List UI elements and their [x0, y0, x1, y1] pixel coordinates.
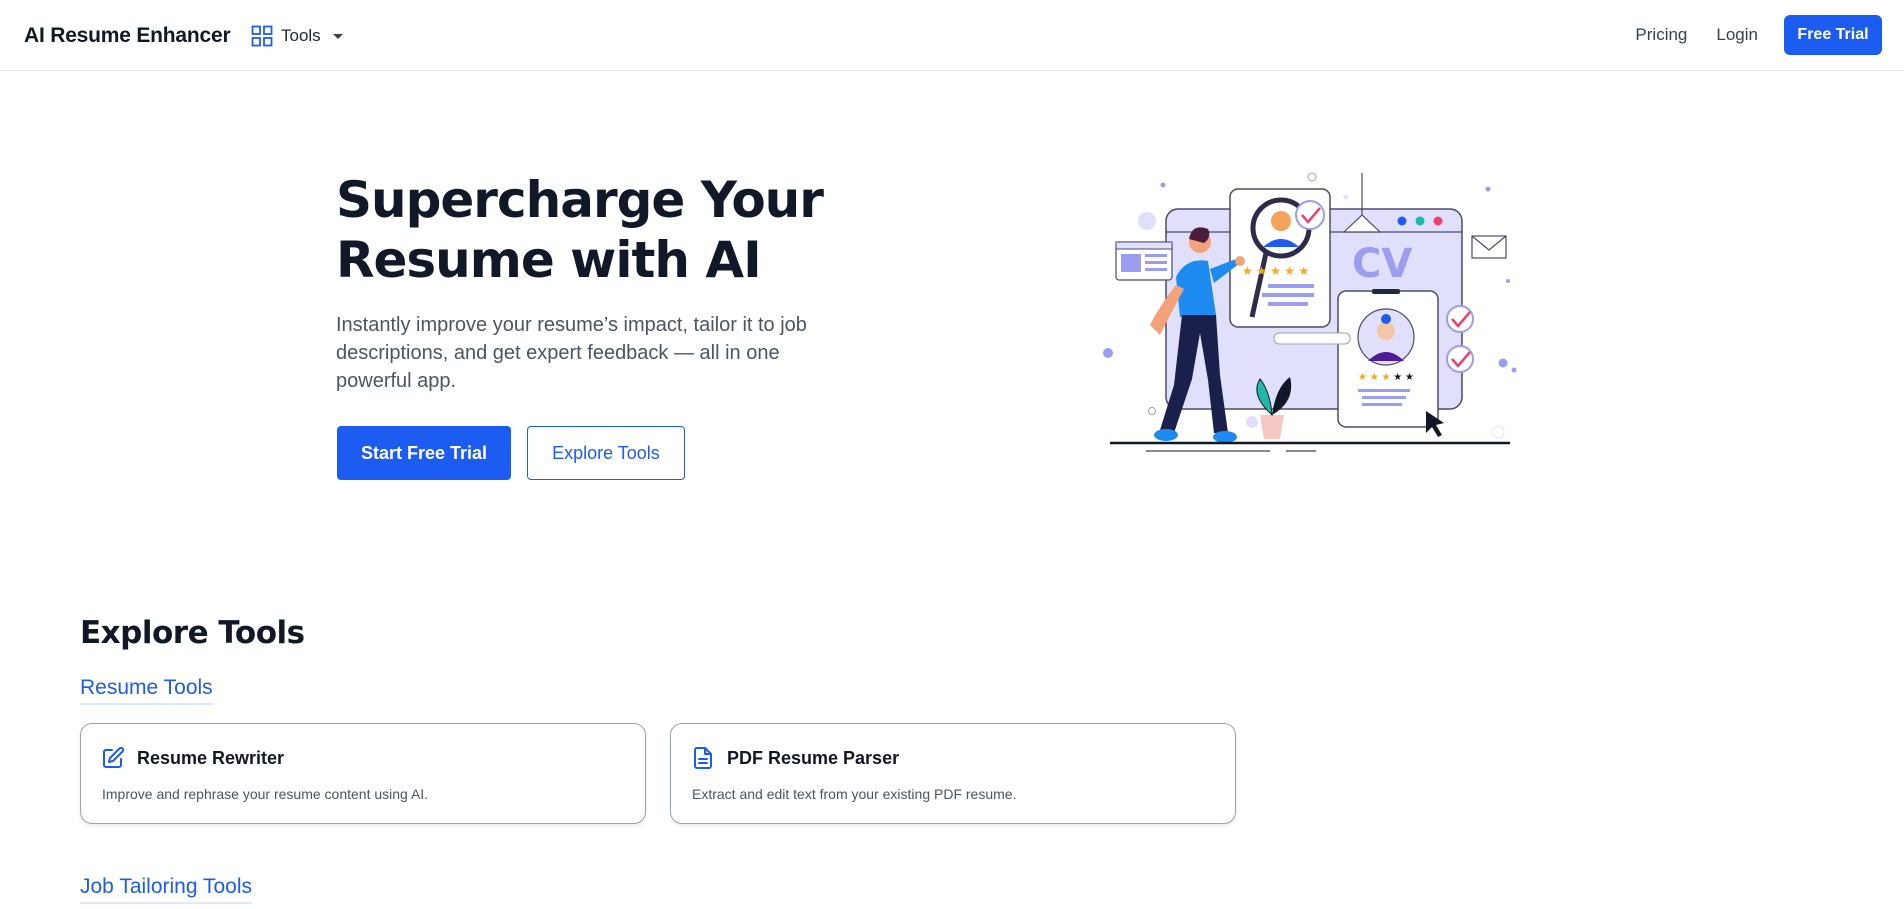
card-title: PDF Resume Parser: [727, 747, 900, 768]
document-icon: [694, 747, 712, 769]
tools-dropdown-label: Tools: [281, 26, 321, 45]
tools-dropdown[interactable]: Tools: [251, 22, 343, 50]
card-header: PDF Resume Parser: [691, 746, 899, 770]
edit-icon: [103, 746, 125, 768]
card-description: Extract and edit text from your existing…: [692, 786, 1017, 802]
grid-icon: [251, 25, 273, 47]
svg-text:★ ★ ★ ★ ★: ★ ★ ★ ★ ★: [1358, 372, 1414, 383]
header-actions: Pricing Login Free Trial: [1635, 15, 1882, 55]
card-title: Resume Rewriter: [137, 747, 285, 768]
top-navbar: AI Resume Enhancer Tools Pricing Login F…: [0, 0, 1904, 71]
chevron-down-icon: [332, 33, 343, 39]
tool-card-resume-rewriter[interactable]: Resume Rewriter Improve and rephrase you…: [80, 723, 646, 824]
category-job-tailoring-tools[interactable]: Job Tailoring Tools: [80, 875, 252, 904]
hero-subtitle: Instantly improve your resume’s impact, …: [336, 314, 807, 392]
explore-tools-button[interactable]: Explore Tools: [527, 426, 685, 480]
start-free-trial-button[interactable]: Start Free Trial: [337, 426, 512, 480]
login-link[interactable]: Login: [1716, 25, 1758, 45]
hero-title: Supercharge Your Resume with AI: [336, 171, 824, 289]
pricing-link[interactable]: Pricing: [1635, 25, 1687, 45]
svg-text:★ ★ ★ ★ ★: ★ ★ ★ ★ ★: [1242, 264, 1309, 278]
card-header: Resume Rewriter: [101, 746, 284, 770]
illustration-cv-label: CV: [1352, 241, 1412, 287]
tool-card-pdf-resume-parser[interactable]: PDF Resume Parser Extract and edit text …: [670, 723, 1236, 824]
free-trial-button[interactable]: Free Trial: [1784, 15, 1882, 55]
card-description: Improve and rephrase your resume content…: [102, 786, 429, 802]
category-resume-tools[interactable]: Resume Tools: [80, 676, 213, 705]
explore-tools-heading: Explore Tools: [80, 615, 305, 651]
brand-logo[interactable]: AI Resume Enhancer: [24, 24, 231, 48]
hero-illustration: CV ★ ★ ★ ★ ★ ★ ★ ★ ★ ★: [1103, 172, 1517, 452]
hero-actions: Start Free Trial Explore Tools: [337, 426, 685, 480]
